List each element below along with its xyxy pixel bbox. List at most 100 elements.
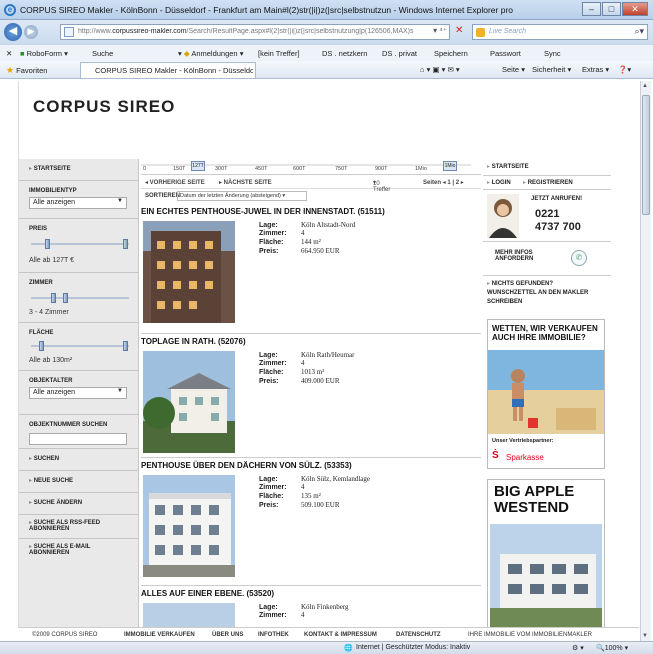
address-bar[interactable]: http://www.corpussireo-makler.com/Search…	[60, 24, 450, 40]
sort-select[interactable]: Datum der letzten Änderung (absteigend) …	[177, 191, 307, 201]
previous-page-link[interactable]: ◂ VORHERIGE SEITE	[145, 179, 205, 186]
search-button[interactable]: Suche	[92, 49, 113, 58]
ds-privat-link[interactable]: DS . privat	[382, 49, 417, 58]
login-link[interactable]: LOGIN	[487, 179, 511, 186]
page-menu[interactable]: Seite ▾	[502, 65, 525, 74]
toolbar-close-icon[interactable]: ✕	[6, 49, 12, 58]
help-icon[interactable]: ❓▾	[618, 65, 631, 74]
scale-tick: 900T	[375, 166, 388, 172]
scroll-down-icon[interactable]: ▼	[642, 633, 648, 639]
price-max-handle[interactable]: 1Mio	[443, 161, 457, 171]
divider	[141, 333, 481, 334]
results-per-page-select[interactable]: 10 Treffer ▾	[373, 179, 390, 193]
listing-title[interactable]: PENTHOUSE ÜBER DEN DÄCHERN VON SÜLZ. (53…	[141, 461, 481, 470]
favorites-button[interactable]: ★ Favoriten	[6, 65, 47, 76]
scale-tick: 600T	[293, 166, 306, 172]
anmeldungen-button[interactable]: ▾ ◆ Anmeldungen ▾	[178, 49, 243, 58]
immobilientyp-select[interactable]: Alle anzeigen ▼	[29, 197, 127, 209]
flaeche-max-handle[interactable]	[123, 341, 128, 351]
extras-menu[interactable]: Extras ▾	[582, 65, 609, 74]
close-window-button[interactable]: ✕	[622, 2, 648, 16]
objektnummer-input[interactable]	[29, 433, 127, 445]
startseite-link[interactable]: STARTSEITE	[29, 166, 71, 172]
lage-value: Köln Finkenberg	[301, 603, 349, 611]
back-button[interactable]: ◀	[4, 23, 22, 41]
listing-photo[interactable]	[143, 475, 235, 577]
security-zone-status[interactable]: Internet | Geschützter Modus: Inaktiv	[356, 644, 470, 651]
listing-photo[interactable]	[143, 221, 235, 323]
listing-photo[interactable]	[143, 603, 235, 627]
scrollbar-thumb[interactable]	[642, 95, 650, 215]
address-url[interactable]: http://www.corpussireo-makler.com/Search…	[78, 28, 428, 35]
live-search-input[interactable]: Live Search ⌕▾	[472, 24, 648, 40]
ad2-line1: BIG APPLE	[494, 483, 575, 500]
kein-treffer-button[interactable]: [kein Treffer]	[258, 49, 300, 58]
maximize-button[interactable]: □	[602, 2, 621, 16]
browser-tab[interactable]: CORPUS SIREO Makler - KölnBonn - Düsseld…	[80, 62, 256, 78]
flaeche-slider[interactable]	[31, 341, 129, 351]
next-page-link[interactable]: ▸ NÄCHSTE SEITE	[219, 179, 272, 186]
footer-link-verkaufen[interactable]: IMMOBILIE VERKAUFEN	[124, 632, 195, 638]
phone-icon[interactable]: ✆	[571, 250, 587, 266]
security-menu[interactable]: Sicherheit ▾	[532, 65, 571, 74]
zimmer-min-handle[interactable]	[51, 293, 56, 303]
preis-slider[interactable]	[31, 239, 129, 249]
roboform-button[interactable]: ■ RoboForm ▾	[20, 49, 68, 58]
scroll-up-icon[interactable]: ▲	[642, 83, 648, 89]
sparkasse-ad-banner[interactable]: WETTEN, WIR VERKAUFEN AUCH IHRE IMMOBILI…	[487, 319, 605, 469]
zimmer-max-handle[interactable]	[63, 293, 68, 303]
flaeche-min-handle[interactable]	[39, 341, 44, 351]
vertical-scrollbar[interactable]: ▲ ▼	[640, 81, 651, 641]
listing-title[interactable]: ALLES AUF EINER EBENE. (53520)	[141, 589, 481, 598]
footer-link-ueber-uns[interactable]: ÜBER UNS	[212, 632, 243, 638]
suchen-button[interactable]: SUCHEN	[29, 456, 59, 462]
listing-title[interactable]: EIN ECHTES PENTHOUSE-JUWEL IN DER INNENS…	[141, 207, 481, 216]
favorites-bar: ★ Favoriten CORPUS SIREO Makler - KölnBo…	[0, 61, 653, 79]
price-min-handle[interactable]: 127T	[191, 161, 205, 171]
zimmer-slider[interactable]	[31, 293, 129, 303]
mehr-infos-link[interactable]: MEHR INFOS ANFORDERN	[495, 250, 555, 262]
listing-item[interactable]: TOPLAGE IN RATH. (52076) Lage: Köln Rath/…	[141, 337, 481, 459]
footer-link-infothek[interactable]: INFOTHEK	[258, 632, 289, 638]
registrieren-link[interactable]: REGISTRIEREN	[523, 179, 573, 186]
page-numbers[interactable]: Seiten ◂ 1 | 2 ▸	[423, 179, 464, 186]
listing-title[interactable]: TOPLAGE IN RATH. (52076)	[141, 337, 481, 346]
corpus-sireo-logo[interactable]: CORPUS SIREO	[33, 97, 175, 117]
sort-label: SORTIEREN	[145, 193, 181, 199]
forward-button[interactable]: ▶	[24, 25, 38, 39]
speichern-button[interactable]: Speichern	[434, 49, 468, 58]
sparkasse-logo-icon: Ṡ	[492, 450, 499, 461]
suche-aendern-link[interactable]: SUCHE ÄNDERN	[29, 500, 82, 506]
listing-photo[interactable]	[143, 351, 235, 453]
ds-netzkern-link[interactable]: DS . netzkern	[322, 49, 367, 58]
listing-item[interactable]: PENTHOUSE ÜBER DEN DÄCHERN VON SÜLZ. (53…	[141, 461, 481, 583]
listing-item[interactable]: EIN ECHTES PENTHOUSE-JUWEL IN DER INNENS…	[141, 207, 481, 329]
right-sidebar: STARTSEITE LOGIN REGISTRIEREN JETZT ANRU…	[483, 159, 613, 627]
startseite-link-right[interactable]: STARTSEITE	[487, 163, 529, 170]
objektalter-select[interactable]: Alle anzeigen ▼	[29, 387, 127, 399]
rss-abo-link[interactable]: SUCHE ALS RSS-FEED ABONNIEREN	[29, 519, 109, 532]
big-apple-westend-ad[interactable]: BIG APPLE WESTEND	[487, 479, 605, 627]
footer-link-kontakt[interactable]: KONTAKT & IMPRESSUM	[304, 632, 377, 638]
email-abo-link[interactable]: SUCHE ALS E-MAIL ABONNIEREN	[29, 543, 109, 556]
price-scale[interactable]: 0 150T 300T 450T 600T 750T 900T 1Mio 127…	[141, 159, 481, 175]
neue-suche-link[interactable]: NEUE SUCHE	[29, 478, 73, 484]
listing-facts: Lage: Köln Altstadt-Nord Zimmer: 4 Fläche:…	[259, 221, 356, 255]
flaeche-value: 1013 m²	[301, 368, 325, 376]
search-icon[interactable]: ⌕▾	[634, 26, 644, 37]
protected-mode-icon[interactable]: ⚙ ▾	[572, 644, 584, 652]
passwort-button[interactable]: Passwort	[490, 49, 521, 58]
footer-link-datenschutz[interactable]: DATENSCHUTZ	[396, 632, 441, 638]
listing-item[interactable]: ALLES AUF EINER EBENE. (53520) Lage: Köln…	[141, 589, 481, 627]
sync-button[interactable]: Sync	[544, 49, 561, 58]
zoom-level[interactable]: 🔍100% ▾	[596, 644, 628, 652]
footer-link-ihre-immobilie[interactable]: IHRE IMMOBILIE VOM IMMOBILIENMAKLER	[468, 632, 592, 638]
stop-icon[interactable]: ✕	[455, 25, 463, 36]
minimize-button[interactable]: –	[582, 2, 601, 16]
ad-headline: WETTEN, WIR VERKAUFEN AUCH IHRE IMMOBILI…	[492, 324, 598, 342]
wunschzettel-link[interactable]: NICHTS GEFUNDEN? WUNSCHZETTEL AN DEN MAK…	[487, 280, 599, 307]
home-icon[interactable]: ⌂ ▾ ▣ ▾ ✉ ▾	[420, 65, 460, 74]
preis-min-handle[interactable]	[45, 239, 50, 249]
address-dropdown-icon[interactable]: ▾ ⁴⁺	[433, 26, 447, 35]
preis-max-handle[interactable]	[123, 239, 128, 249]
